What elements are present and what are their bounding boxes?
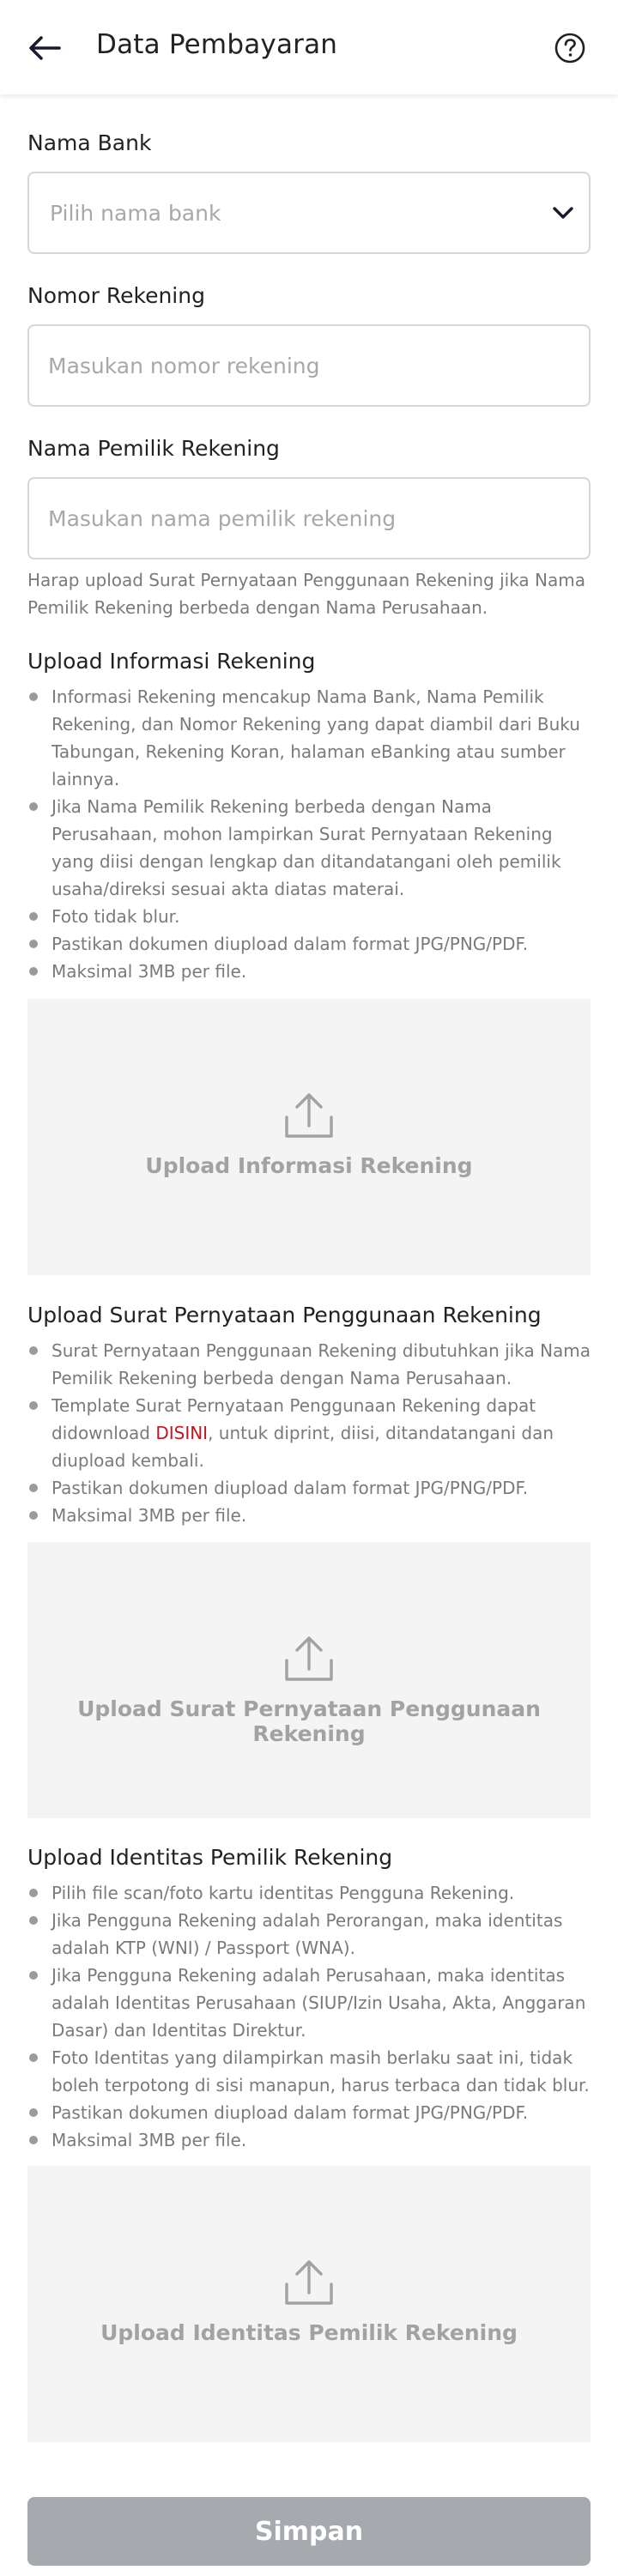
list-item: Pastikan dokumen diupload dalam format J… <box>27 2099 594 2126</box>
account-number-label: Nomor Rekening <box>27 283 205 308</box>
list-item: Pastikan dokumen diupload dalam format J… <box>27 930 594 958</box>
list-item: Jika Pengguna Rekening adalah Perusahaan… <box>27 1962 594 2044</box>
upload-icon <box>285 2260 333 2305</box>
upload-info-bullets: Informasi Rekening mencakup Nama Bank, N… <box>27 683 594 985</box>
account-number-input[interactable] <box>48 326 563 405</box>
upload-statement-dropzone[interactable]: Upload Surat Pernyataan Penggunaan Reken… <box>27 1542 591 1818</box>
account-owner-note: Harap upload Surat Pernyataan Penggunaan… <box>27 570 585 618</box>
upload-icon <box>285 1093 333 1138</box>
list-item: Jika Pengguna Rekening adalah Perorangan… <box>27 1907 594 1962</box>
account-number-field <box>27 324 591 407</box>
list-item: Maksimal 3MB per file. <box>27 958 594 985</box>
list-item: Informasi Rekening mencakup Nama Bank, N… <box>27 683 594 793</box>
list-item: Foto Identitas yang dilampirkan masih be… <box>27 2044 594 2099</box>
upload-info-label: Upload Informasi Rekening <box>145 1153 473 1178</box>
bank-select[interactable]: Pilih nama bank <box>27 172 591 254</box>
save-button[interactable]: Simpan <box>27 2497 591 2566</box>
list-item: Maksimal 3MB per file. <box>27 2126 594 2154</box>
upload-icon <box>285 1636 333 1681</box>
upload-identity-label: Upload Identitas Pemilik Rekening <box>100 2320 518 2345</box>
upload-statement-title: Upload Surat Pernyataan Penggunaan Reken… <box>27 1303 542 1327</box>
list-item: Pastikan dokumen diupload dalam format J… <box>27 1474 594 1502</box>
question-circle-icon <box>554 33 585 63</box>
list-item: Pilih file scan/foto kartu identitas Pen… <box>27 1879 594 1907</box>
upload-statement-label: Upload Surat Pernyataan Penggunaan Reken… <box>77 1696 541 1746</box>
upload-identity-dropzone[interactable]: Upload Identitas Pemilik Rekening <box>27 2166 591 2442</box>
template-download-link[interactable]: DISINI <box>155 1423 208 1443</box>
upload-identity-bullets: Pilih file scan/foto kartu identitas Pen… <box>27 1879 594 2154</box>
list-item: Template Surat Pernyataan Penggunaan Rek… <box>27 1392 594 1474</box>
list-item: Maksimal 3MB per file. <box>27 1502 594 1529</box>
list-item: Jika Nama Pemilik Rekening berbeda denga… <box>27 793 594 903</box>
chevron-down-icon <box>553 207 573 219</box>
account-owner-field <box>27 477 591 559</box>
list-item: Foto tidak blur. <box>27 903 594 930</box>
app-header: Data Pembayaran <box>0 0 618 94</box>
upload-info-dropzone[interactable]: Upload Informasi Rekening <box>27 999 591 1275</box>
upload-statement-bullets: Surat Pernyataan Penggunaan Rekening dib… <box>27 1337 594 1529</box>
bank-select-placeholder: Pilih nama bank <box>50 201 221 226</box>
list-item: Surat Pernyataan Penggunaan Rekening dib… <box>27 1337 594 1392</box>
upload-identity-title: Upload Identitas Pemilik Rekening <box>27 1845 393 1870</box>
arrow-left-icon <box>29 36 61 60</box>
account-owner-label: Nama Pemilik Rekening <box>27 436 280 461</box>
bank-label: Nama Bank <box>27 130 152 155</box>
page-title: Data Pembayaran <box>96 29 338 60</box>
upload-info-title: Upload Informasi Rekening <box>27 649 316 674</box>
back-button[interactable] <box>27 31 62 65</box>
help-button[interactable] <box>553 31 587 65</box>
account-owner-input[interactable] <box>48 479 563 558</box>
